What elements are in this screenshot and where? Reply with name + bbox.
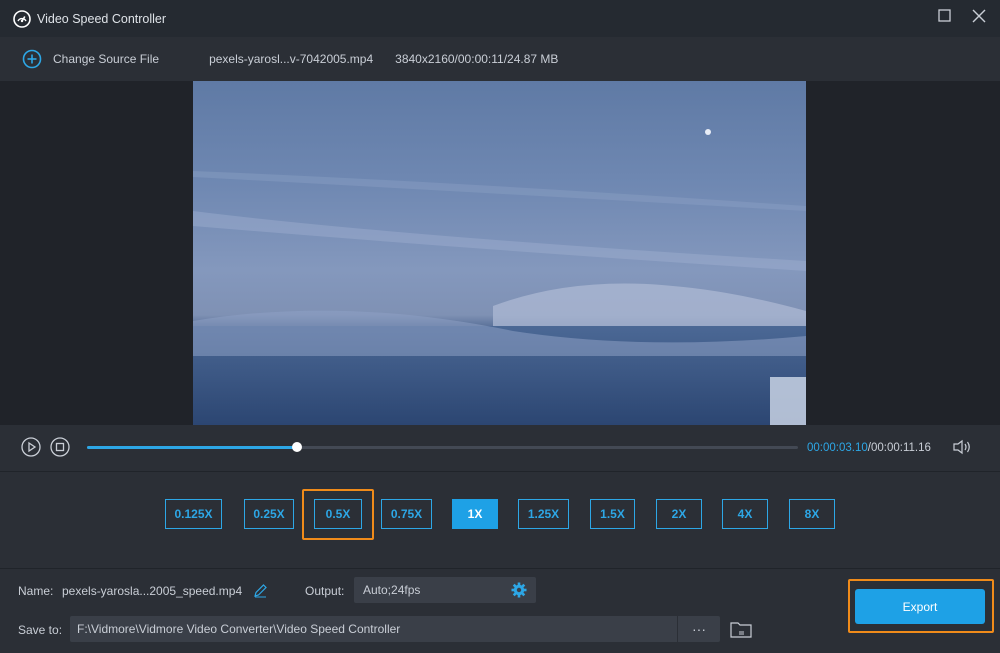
output-format-box[interactable]: Auto;24fps — [354, 577, 536, 603]
window-title: Video Speed Controller — [37, 11, 167, 26]
speed-button-05x[interactable]: 0.5X — [314, 499, 362, 529]
change-source-label: Change Source File — [53, 52, 160, 66]
output-file-name: pexels-yarosla...2005_speed.mp4 — [62, 584, 243, 598]
output-label: Output: — [305, 584, 345, 598]
speed-button-0125x[interactable]: 0.125X — [165, 499, 222, 529]
gear-icon[interactable] — [510, 581, 528, 599]
video-frame — [193, 81, 806, 425]
speed-button-075x[interactable]: 0.75X — [381, 499, 432, 529]
speed-button-2x[interactable]: 2X — [656, 499, 702, 529]
name-label: Name: — [18, 584, 54, 598]
total-time: 00:00:11.16 — [870, 442, 931, 454]
progress-fill — [87, 446, 297, 449]
export-button[interactable]: Export — [855, 589, 985, 624]
save-path-field[interactable]: F:\Vidmore\Vidmore Video Converter\Video… — [70, 616, 677, 642]
speed-button-4x[interactable]: 4X — [722, 499, 768, 529]
speed-options: 0.125X 0.25X 0.5X 0.75X 1X 1.25X 1.5X 2X… — [0, 471, 1000, 569]
close-icon[interactable] — [972, 9, 986, 23]
progress-track[interactable] — [87, 442, 798, 452]
stop-icon[interactable] — [50, 437, 70, 457]
save-to-label: Save to: — [18, 623, 63, 637]
preview-area — [0, 81, 1000, 425]
speedometer-icon — [13, 9, 31, 28]
playback-controls: 00:00:03.10/00:00:11.16 — [0, 425, 1000, 471]
change-source-button[interactable]: Change Source File — [22, 49, 159, 69]
progress-thumb[interactable] — [291, 442, 302, 452]
maximize-icon[interactable] — [938, 9, 952, 23]
output-format-value: Auto;24fps — [363, 583, 421, 597]
browse-button[interactable]: ··· — [678, 616, 720, 642]
speed-button-125x[interactable]: 1.25X — [518, 499, 569, 529]
title-bar: Video Speed Controller — [0, 0, 1000, 37]
current-time: 00:00:03.10 — [807, 442, 868, 454]
play-icon[interactable] — [21, 437, 41, 457]
output-panel: Name: pexels-yarosla...2005_speed.mp4 Ou… — [0, 569, 1000, 653]
video-scene — [193, 129, 806, 425]
speed-button-025x[interactable]: 0.25X — [244, 499, 294, 529]
plus-circle-icon — [22, 49, 42, 69]
speed-button-8x[interactable]: 8X — [789, 499, 835, 529]
toolbar: Change Source File pexels-yarosl...v-704… — [0, 37, 1000, 81]
source-file-meta: 3840x2160/00:00:11/24.87 MB — [395, 52, 559, 66]
time-readout: 00:00:03.10/00:00:11.16 — [807, 442, 931, 454]
folder-icon[interactable] — [730, 620, 752, 638]
speed-button-1x[interactable]: 1X — [452, 499, 498, 529]
source-file-name: pexels-yarosl...v-7042005.mp4 — [209, 52, 374, 66]
speed-button-15x[interactable]: 1.5X — [590, 499, 635, 529]
pencil-icon[interactable] — [253, 583, 268, 598]
save-path-value: F:\Vidmore\Vidmore Video Converter\Video… — [77, 622, 401, 636]
speaker-icon[interactable] — [952, 439, 972, 455]
